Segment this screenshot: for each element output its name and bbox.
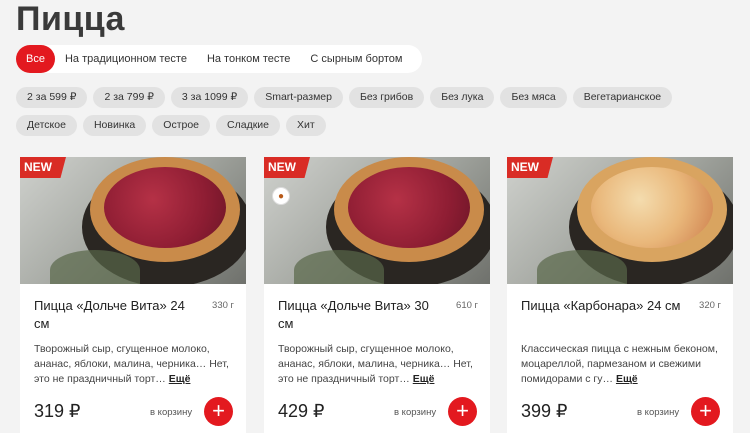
plus-icon: + bbox=[212, 398, 225, 423]
filter-chip[interactable]: Новинка bbox=[82, 115, 147, 136]
filter-chip[interactable]: Вегетарианское bbox=[572, 87, 673, 108]
add-to-cart-button[interactable]: + bbox=[448, 397, 477, 426]
new-badge: NEW bbox=[507, 157, 553, 178]
tab-traditional[interactable]: На традиционном тесте bbox=[55, 45, 197, 73]
add-to-cart-button[interactable]: + bbox=[691, 397, 720, 426]
description-text: Творожный сыр, сгущенное молоко, ананас,… bbox=[278, 343, 473, 385]
new-badge: NEW bbox=[264, 157, 310, 178]
plus-icon: + bbox=[699, 398, 712, 423]
filter-chip[interactable]: Без мяса bbox=[500, 87, 567, 108]
more-link[interactable]: Ещё bbox=[413, 373, 435, 385]
product-name[interactable]: Пицца «Карбонара» 24 см bbox=[521, 297, 681, 315]
tab-thin[interactable]: На тонком тесте bbox=[197, 45, 300, 73]
leaf-decoration bbox=[537, 250, 627, 284]
add-to-cart-label[interactable]: в корзину bbox=[394, 407, 436, 418]
filter-chip[interactable]: Острое bbox=[152, 115, 211, 136]
filter-chip[interactable]: 3 за 1099 ₽ bbox=[170, 87, 249, 108]
new-badge: NEW bbox=[20, 157, 66, 178]
more-link[interactable]: Ещё bbox=[616, 373, 638, 385]
page-title: Пицца bbox=[16, 0, 125, 38]
product-card[interactable]: NEW Пицца «Карбонара» 24 см 320 г Класси… bbox=[507, 157, 733, 433]
pizza-image bbox=[577, 157, 727, 262]
product-name[interactable]: Пицца «Дольче Вита» 30 см bbox=[278, 297, 438, 333]
product-photo[interactable]: NEW bbox=[507, 157, 733, 284]
filter-chip[interactable]: Smart-размер bbox=[254, 87, 343, 108]
product-price: 429 ₽ bbox=[278, 401, 325, 421]
plus-icon: + bbox=[456, 398, 469, 423]
product-description: Классическая пицца с нежным беконом, моц… bbox=[521, 342, 721, 387]
more-link[interactable]: Ещё bbox=[169, 373, 191, 385]
pizza-image bbox=[334, 157, 484, 262]
leaf-decoration bbox=[50, 250, 140, 284]
product-price: 399 ₽ bbox=[521, 401, 568, 421]
leaf-decoration bbox=[294, 250, 384, 284]
product-card[interactable]: NEW ● Пицца «Дольче Вита» 30 см 610 г Тв… bbox=[264, 157, 490, 433]
product-photo[interactable]: NEW bbox=[20, 157, 246, 284]
product-photo[interactable]: NEW ● bbox=[264, 157, 490, 284]
filter-chip[interactable]: Без грибов bbox=[348, 87, 425, 108]
tab-cheese-crust[interactable]: С сырным бортом bbox=[300, 45, 412, 73]
product-weight: 320 г bbox=[699, 300, 721, 311]
product-weight: 330 г bbox=[212, 300, 234, 311]
product-price: 319 ₽ bbox=[34, 401, 81, 421]
filter-chip[interactable]: 2 за 799 ₽ bbox=[93, 87, 165, 108]
filter-chip[interactable]: Детское bbox=[16, 115, 77, 136]
tab-all[interactable]: Все bbox=[16, 45, 55, 73]
filter-chip[interactable]: Сладкие bbox=[216, 115, 281, 136]
pizza-image bbox=[90, 157, 240, 262]
product-description: Творожный сыр, сгущенное молоко, ананас,… bbox=[34, 342, 234, 387]
product-description: Творожный сыр, сгущенное молоко, ананас,… bbox=[278, 342, 478, 387]
product-card[interactable]: NEW Пицца «Дольче Вита» 24 см 330 г Твор… bbox=[20, 157, 246, 433]
filter-chip[interactable]: Хит bbox=[286, 115, 326, 136]
product-name[interactable]: Пицца «Дольче Вита» 24 см bbox=[34, 297, 194, 333]
add-to-cart-button[interactable]: + bbox=[204, 397, 233, 426]
description-text: Творожный сыр, сгущенное молоко, ананас,… bbox=[34, 343, 229, 385]
filter-chips: 2 за 599 ₽ 2 за 799 ₽ 3 за 1099 ₽ Smart-… bbox=[16, 87, 736, 136]
product-weight: 610 г bbox=[456, 300, 478, 311]
filter-chip[interactable]: Без лука bbox=[430, 87, 495, 108]
filter-chip[interactable]: 2 за 599 ₽ bbox=[16, 87, 88, 108]
add-to-cart-label[interactable]: в корзину bbox=[637, 407, 679, 418]
medal-icon: ● bbox=[272, 187, 290, 205]
add-to-cart-label[interactable]: в корзину bbox=[150, 407, 192, 418]
dough-tabs: Все На традиционном тесте На тонком тест… bbox=[16, 45, 423, 73]
